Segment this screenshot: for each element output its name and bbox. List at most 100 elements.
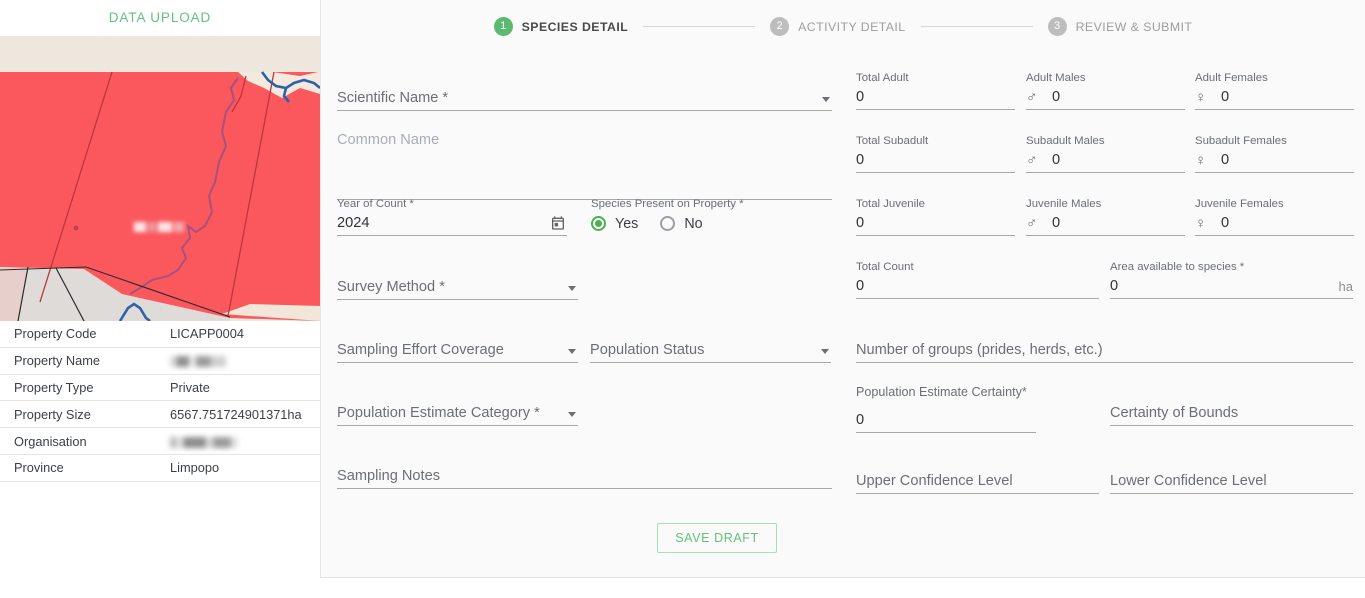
subadult-females-field[interactable]: Subadult Females ♀ 0	[1195, 135, 1354, 173]
radio-no[interactable]	[660, 216, 676, 231]
property-map[interactable]	[0, 36, 320, 321]
total-subadult-label: Total Subadult	[856, 135, 929, 147]
subadult-males-field[interactable]: Subadult Males ♂ 0	[1026, 135, 1185, 173]
map-canvas	[0, 36, 320, 321]
adult-males-field[interactable]: Adult Males ♂ 0	[1026, 72, 1185, 110]
chevron-down-icon[interactable]	[568, 349, 576, 354]
property-size-value: 6567.751724901371ha	[170, 406, 302, 422]
scientific-name-field[interactable]: Scientific Name *	[337, 86, 832, 111]
species-present-field[interactable]: Species Present on Property * Yes No	[591, 198, 831, 236]
female-icon: ♀	[1195, 214, 1207, 232]
scientific-name-label: Scientific Name *	[337, 90, 449, 106]
chevron-down-icon[interactable]	[822, 97, 830, 102]
adult-males-label: Adult Males	[1026, 72, 1086, 84]
species-detail-form-panel: 1 SPECIES DETAIL 2 ACTIVITY DETAIL 3 REV…	[321, 0, 1365, 578]
property-code-label: Property Code	[14, 326, 97, 342]
upper-confidence-level-field[interactable]: Upper Confidence Level	[856, 469, 1099, 494]
female-icon: ♀	[1195, 151, 1207, 169]
app-root: DATA UPLOAD Property Code LICAPP0004 Pro…	[0, 0, 1365, 598]
organisation-label: Organisation	[14, 433, 87, 449]
table-row: Property Size 6567.751724901371ha	[0, 401, 320, 429]
common-name-placeholder: Common Name	[337, 132, 440, 148]
year-of-count-value: 2024	[337, 215, 370, 231]
step-1-number: 1	[493, 17, 513, 36]
juvenile-males-value: 0	[1052, 215, 1061, 231]
total-juvenile-label: Total Juvenile	[856, 198, 926, 210]
subadult-males-label: Subadult Males	[1026, 135, 1105, 147]
number-of-groups-field[interactable]: Number of groups (prides, herds, etc.)	[856, 338, 1353, 363]
male-icon: ♂	[1026, 88, 1038, 106]
chevron-down-icon[interactable]	[821, 349, 829, 354]
province-value: Limpopo	[170, 460, 220, 476]
step-species-detail[interactable]: 1 SPECIES DETAIL	[493, 17, 629, 36]
area-unit-suffix: ha	[1338, 278, 1353, 294]
table-row: Organisation	[0, 428, 320, 455]
calendar-icon[interactable]	[550, 215, 566, 236]
wizard-stepper: 1 SPECIES DETAIL 2 ACTIVITY DETAIL 3 REV…	[321, 0, 1365, 53]
survey-method-field[interactable]: Survey Method *	[337, 275, 578, 300]
population-status-label: Population Status	[590, 342, 705, 358]
left-panel: DATA UPLOAD Property Code LICAPP0004 Pro…	[0, 0, 320, 598]
step-review-submit[interactable]: 3 REVIEW & SUBMIT	[1047, 17, 1193, 36]
adult-females-label: Adult Females	[1195, 72, 1268, 84]
total-subadult-value: 0	[856, 152, 865, 168]
certainty-of-bounds-field[interactable]: Certainty of Bounds	[1110, 401, 1353, 426]
adult-females-value: 0	[1221, 89, 1230, 105]
survey-method-label: Survey Method *	[337, 279, 445, 295]
total-count-field[interactable]: Total Count 0	[856, 261, 1099, 299]
male-icon: ♂	[1026, 214, 1038, 232]
property-code-value: LICAPP0004	[170, 326, 244, 342]
subadult-females-value: 0	[1221, 152, 1230, 168]
table-row: Property Type Private	[0, 375, 320, 402]
population-estimate-certainty-field[interactable]: Population Estimate Certainty* 0	[856, 386, 1036, 433]
table-row: Property Code LICAPP0004	[0, 321, 320, 348]
property-name-value-redacted	[170, 356, 226, 368]
total-count-label: Total Count	[856, 261, 914, 273]
property-name-label: Property Name	[14, 353, 101, 369]
population-estimate-certainty-label: Population Estimate Certainty*	[856, 385, 1027, 399]
sampling-notes-field[interactable]: Sampling Notes	[337, 464, 832, 489]
save-draft-button[interactable]: SAVE DRAFT	[657, 523, 777, 553]
population-estimate-certainty-value: 0	[856, 412, 865, 428]
year-of-count-field[interactable]: Year of Count * 2024	[337, 198, 567, 236]
total-juvenile-value: 0	[856, 215, 865, 231]
step-activity-detail[interactable]: 2 ACTIVITY DETAIL	[770, 17, 905, 36]
chevron-down-icon[interactable]	[568, 412, 576, 417]
panel-title: DATA UPLOAD	[108, 10, 212, 25]
total-juvenile-field[interactable]: Total Juvenile 0	[856, 198, 1015, 236]
male-icon: ♂	[1026, 151, 1038, 169]
subadult-males-value: 0	[1052, 152, 1061, 168]
year-of-count-label: Year of Count *	[337, 198, 414, 210]
property-type-label: Property Type	[14, 379, 94, 395]
upper-confidence-level-label: Upper Confidence Level	[856, 473, 1013, 489]
radio-no-label: No	[684, 215, 703, 232]
step-3-number: 3	[1047, 17, 1067, 36]
juvenile-females-field[interactable]: Juvenile Females ♀ 0	[1195, 198, 1354, 236]
step-2-label: ACTIVITY DETAIL	[798, 19, 906, 34]
total-count-value: 0	[856, 278, 865, 294]
lower-confidence-level-field[interactable]: Lower Confidence Level	[1110, 469, 1353, 494]
juvenile-females-label: Juvenile Females	[1195, 198, 1284, 210]
area-available-field[interactable]: Area available to species * 0 ha	[1110, 261, 1353, 299]
property-details-table: Property Code LICAPP0004 Property Name P…	[0, 321, 320, 482]
chevron-down-icon[interactable]	[568, 286, 576, 291]
population-status-field[interactable]: Population Status	[590, 338, 831, 363]
juvenile-females-value: 0	[1221, 215, 1230, 231]
population-estimate-category-label: Population Estimate Category *	[337, 405, 540, 421]
subadult-females-label: Subadult Females	[1195, 135, 1287, 147]
adult-females-field[interactable]: Adult Females ♀ 0	[1195, 72, 1354, 110]
sampling-effort-coverage-field[interactable]: Sampling Effort Coverage	[337, 338, 578, 363]
population-estimate-category-field[interactable]: Population Estimate Category *	[337, 401, 578, 426]
property-size-label: Property Size	[14, 406, 91, 422]
radio-yes[interactable]	[591, 216, 606, 231]
total-adult-value: 0	[856, 89, 865, 105]
radio-yes-label: Yes	[615, 215, 639, 232]
total-adult-field[interactable]: Total Adult 0	[856, 72, 1015, 110]
juvenile-males-field[interactable]: Juvenile Males ♂ 0	[1026, 198, 1185, 236]
province-label: Province	[14, 460, 64, 476]
table-row: Property Name	[0, 348, 320, 375]
common-name-field[interactable]: Common Name	[337, 130, 832, 200]
total-subadult-field[interactable]: Total Subadult 0	[856, 135, 1015, 173]
organisation-value-redacted	[170, 436, 238, 448]
area-available-value: 0	[1110, 278, 1119, 294]
